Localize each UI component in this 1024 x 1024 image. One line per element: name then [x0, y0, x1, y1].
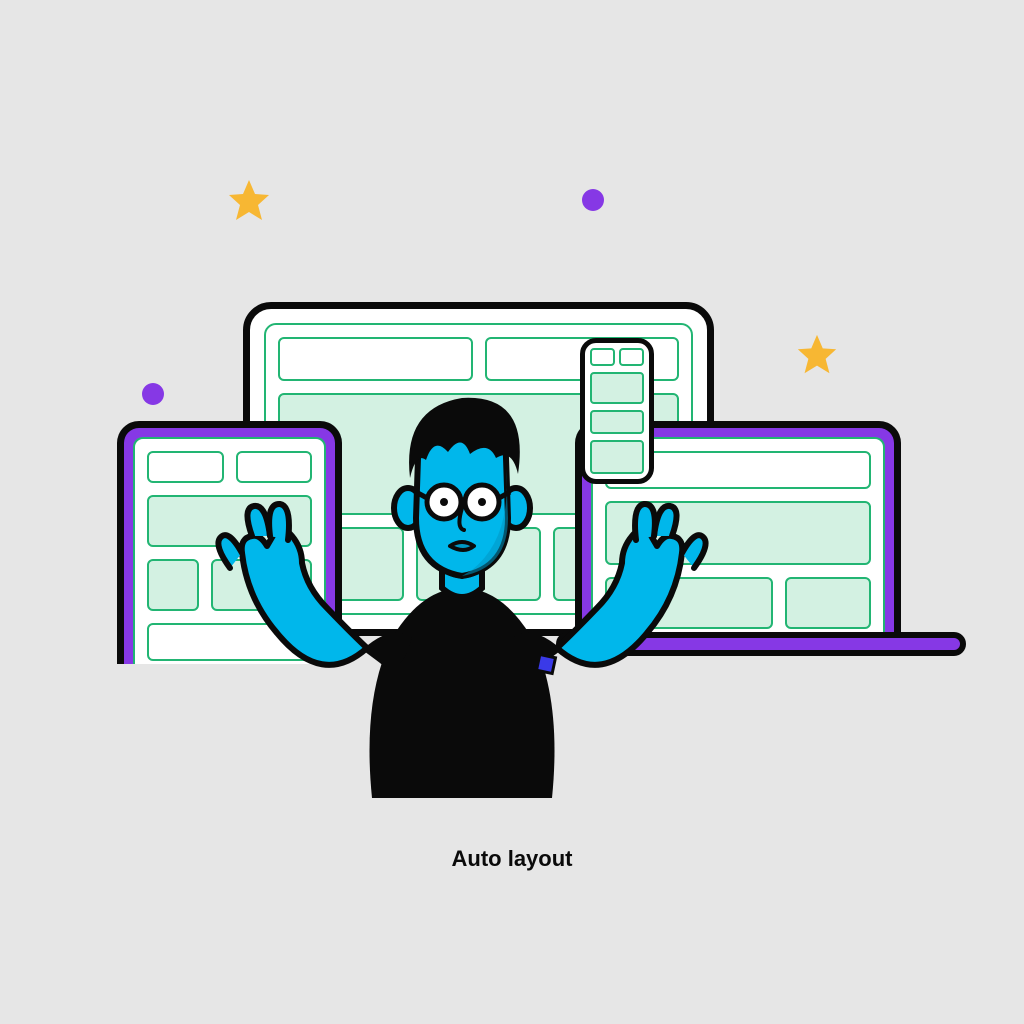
star-icon: [794, 333, 840, 379]
illustration-stage: Auto layout: [0, 0, 1024, 1024]
purple-dot-icon: [142, 383, 164, 405]
star-icon: [225, 178, 273, 226]
purple-dot-icon: [582, 189, 604, 211]
person-illustration: [212, 388, 712, 798]
caption-text: Auto layout: [0, 846, 1024, 872]
